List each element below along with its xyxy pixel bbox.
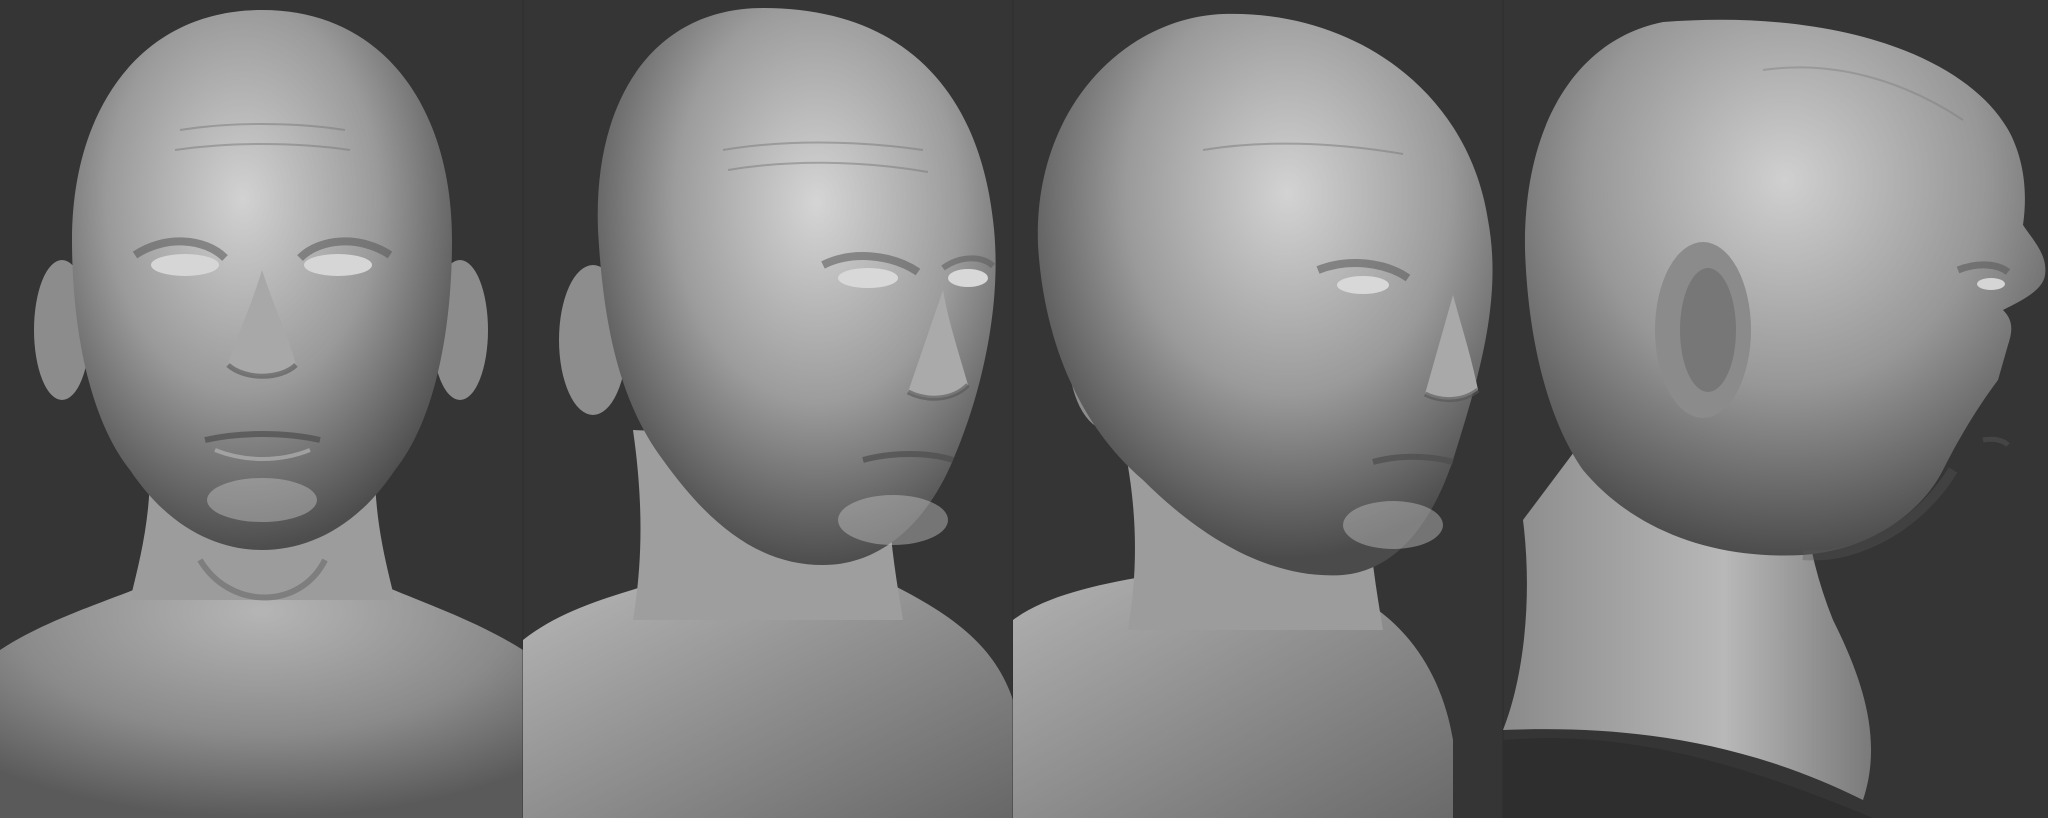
bust-profile-head [1524,19,2046,556]
bust-profile-illustration [1503,19,2046,818]
bust-three-quarter-illustration [523,8,1013,818]
bust-three-quarter-deep-head [1037,13,1493,576]
bust-three-quarter-deep-illustration [1013,13,1493,818]
bust-view-three-quarter-deep [1013,0,1503,818]
sculpt-turnaround-canvas [0,0,2048,818]
bust-view-three-quarter [523,0,1013,818]
bust-view-front [0,0,523,818]
bust-front-illustration [0,10,523,818]
bust-view-profile [1503,0,2048,818]
